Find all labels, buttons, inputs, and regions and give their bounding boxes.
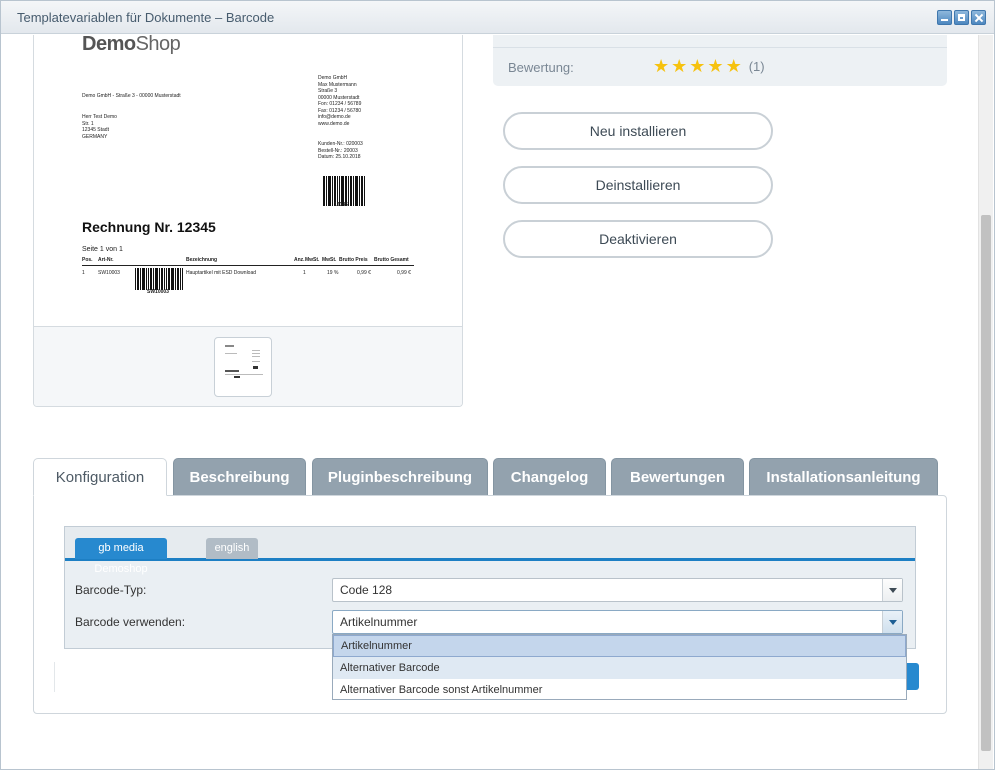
row-pos: 1 <box>82 270 85 276</box>
order-info: Kunden-Nr.: 020003 Bestell-Nr.: 20003 Da… <box>318 141 363 160</box>
tab-changelog[interactable]: Changelog <box>493 458 606 495</box>
info-divider <box>493 47 947 48</box>
shop-tabbar: gb media Demoshop english <box>65 527 915 575</box>
plugin-info-box: Bewertung: ★ ★ ★ ★ ★ (1) <box>493 35 947 86</box>
tab-konfiguration[interactable]: Konfiguration <box>33 458 167 496</box>
demoshop-logo: DemoShop <box>82 35 181 55</box>
row-mwst: 19 % <box>327 270 339 276</box>
reinstall-button[interactable]: Neu installieren <box>503 112 773 150</box>
barcode-top-label: 12345 <box>334 202 348 208</box>
save-button[interactable] <box>907 663 919 690</box>
window-titlebar[interactable]: Templatevariablen für Dokumente – Barcod… <box>1 1 994 34</box>
tab-bewertungen[interactable]: Bewertungen <box>611 458 744 495</box>
row-artnr: SW10003 <box>98 270 120 276</box>
row-anzahl: 1 <box>303 270 306 276</box>
barcode-use-label: Barcode verwenden: <box>75 615 186 629</box>
rating-label: Bewertung: <box>508 60 574 75</box>
recipient-address: Herr Test Demo Str. 1 12345 Stadt GERMAN… <box>82 114 117 140</box>
tab-beschreibung[interactable]: Beschreibung <box>173 458 306 495</box>
uninstall-button[interactable]: Deinstallieren <box>503 166 773 204</box>
thumbnail-strip <box>34 327 462 406</box>
star-icon: ★ <box>707 56 724 76</box>
barcode-type-select[interactable]: Code 128 <box>332 578 903 602</box>
document-preview: DemoShop Demo GmbH - Straße 3 - 00000 Mu… <box>33 35 463 407</box>
tab-pluginbeschreibung[interactable]: Pluginbeschreibung <box>312 458 488 495</box>
table-header-mwst2: MwSt. <box>322 257 337 263</box>
invoice-title: Rechnung Nr. 12345 <box>82 219 216 235</box>
plugin-window: Templatevariablen für Dokumente – Barcod… <box>0 0 995 770</box>
minimize-icon[interactable] <box>937 10 952 25</box>
barcode-type-value: Code 128 <box>340 583 393 597</box>
panel-divider <box>54 662 55 692</box>
chevron-down-icon[interactable] <box>882 611 902 633</box>
page-info: Seite 1 von 1 <box>82 246 123 253</box>
rating-count: (1) <box>748 58 765 74</box>
barcode-use-value: Artikelnummer <box>340 615 418 629</box>
star-icon: ★ <box>725 56 742 76</box>
sender-line: Demo GmbH - Straße 3 - 00000 Musterstadt <box>82 93 181 99</box>
tab-shop-english[interactable]: english <box>206 538 258 559</box>
page-thumbnail[interactable] <box>214 337 272 397</box>
vertical-scrollbar[interactable] <box>978 35 993 769</box>
company-address: Demo GmbH Max Mustermann Straße 3 00000 … <box>318 75 362 127</box>
star-icon: ★ <box>671 56 688 76</box>
tab-shop-demoshop[interactable]: gb media Demoshop <box>75 538 167 575</box>
article-barcode <box>135 268 184 290</box>
table-divider <box>82 265 414 266</box>
tab-installationsanleitung[interactable]: Installationsanleitung <box>749 458 938 495</box>
invoice-preview-image: DemoShop Demo GmbH - Straße 3 - 00000 Mu… <box>34 35 462 327</box>
table-header-art: Art-Nr. <box>98 257 114 263</box>
row-preis: 0,99 € <box>357 270 371 276</box>
table-header-anz: Anz. <box>294 257 305 263</box>
maximize-icon[interactable] <box>954 10 969 25</box>
deactivate-button[interactable]: Deaktivieren <box>503 220 773 258</box>
star-icon: ★ <box>689 56 706 76</box>
option-alternativer-barcode-sonst-artikelnummer[interactable]: Alternativer Barcode sonst Artikelnummer <box>333 679 906 701</box>
table-header-preis: Brutto Preis <box>339 257 368 263</box>
barcode-row-label: SW10003 <box>147 289 169 295</box>
table-header-bez: Bezeichnung <box>186 257 218 263</box>
barcode-use-select[interactable]: Artikelnummer <box>332 610 903 634</box>
close-icon[interactable] <box>971 10 986 25</box>
window-title: Templatevariablen für Dokumente – Barcod… <box>17 10 275 25</box>
rating-stars: ★ ★ ★ ★ ★ (1) <box>653 56 765 76</box>
row-gesamt: 0,99 € <box>397 270 411 276</box>
table-header-gesamt: Brutto Gesamt <box>374 257 409 263</box>
row-bezeichnung: Hauptartikel mit ESD Download <box>186 270 257 276</box>
table-header-pos: Pos. <box>82 257 93 263</box>
barcode-use-dropdown: Artikelnummer Alternativer Barcode Alter… <box>332 634 907 700</box>
scrollbar-thumb[interactable] <box>981 215 991 751</box>
table-header-mwst1: MwSt. <box>305 257 320 263</box>
star-icon: ★ <box>653 56 670 76</box>
option-artikelnummer[interactable]: Artikelnummer <box>333 635 906 657</box>
barcode-type-label: Barcode-Typ: <box>75 583 147 597</box>
option-alternativer-barcode[interactable]: Alternativer Barcode <box>333 657 906 679</box>
chevron-down-icon[interactable] <box>882 579 902 601</box>
